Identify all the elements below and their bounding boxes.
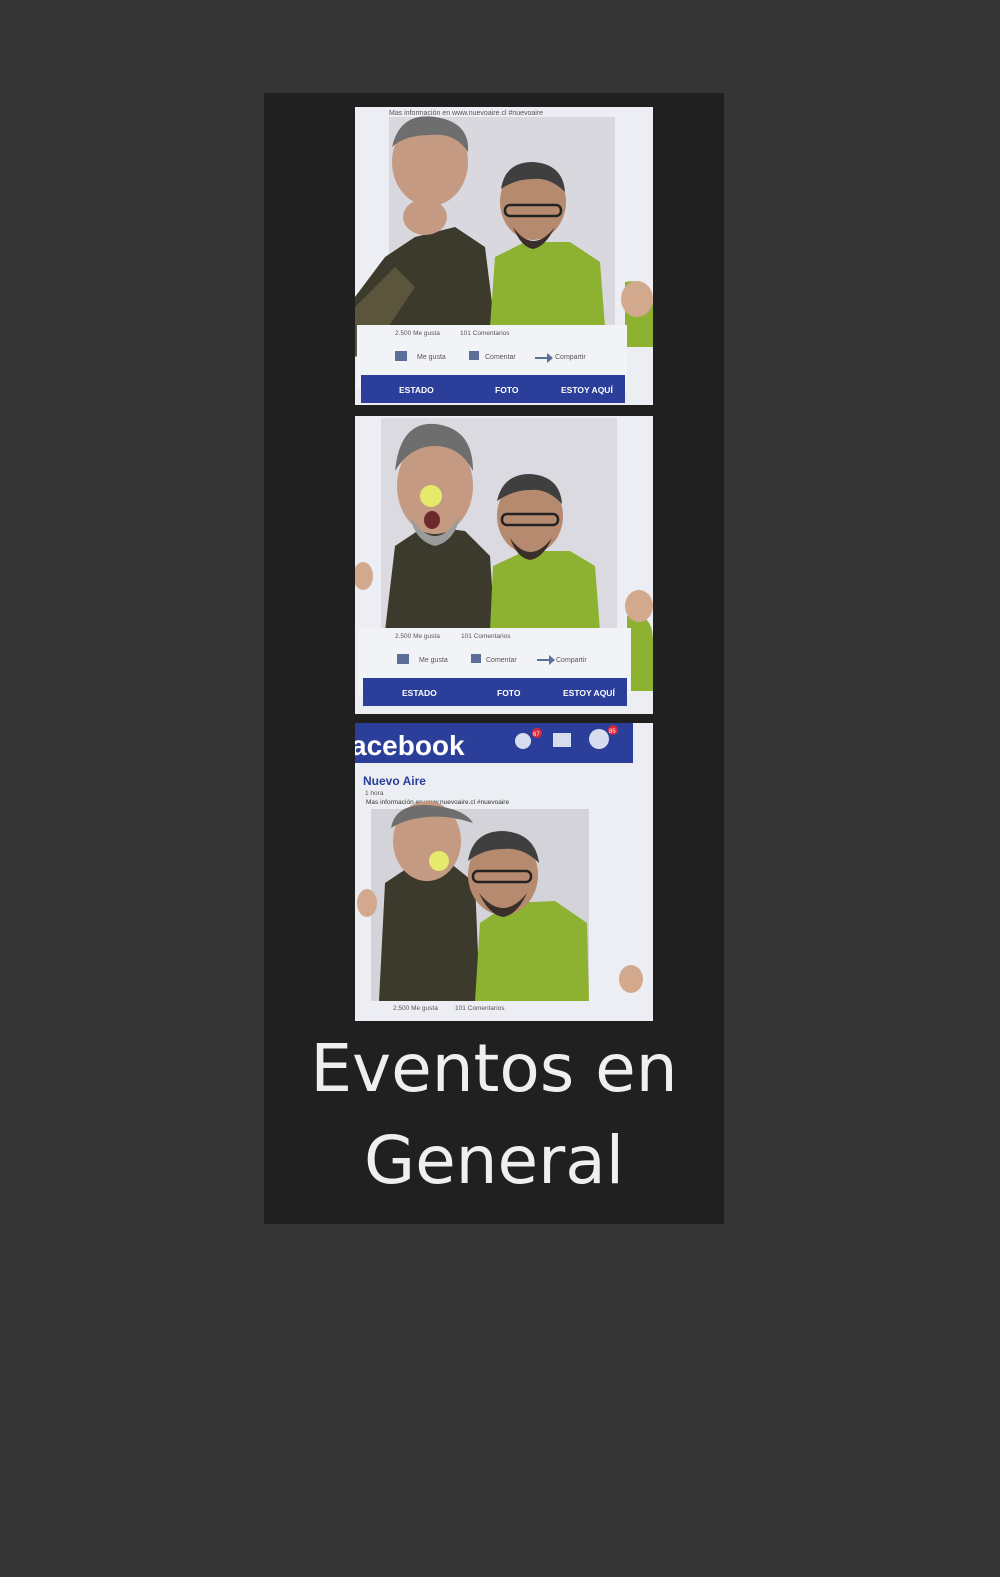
photo-1-estado: ESTADO [399,385,434,395]
photo-2-share-label: Compartir [556,657,587,664]
photo-1-comment-label: Comentar [485,354,516,361]
photo-3-time: 1 hora [365,790,384,797]
photo-1-like-label: Me gusta [417,354,446,361]
photo-2-image: 2.500 Me gusta 101 Comentarios Me gusta … [355,416,653,714]
photo-2-like-label: Me gusta [419,657,448,664]
photo-strip: 2.500 Me gusta 101 Comentarios Me gusta … [264,93,724,1224]
photo-3-globe-badge: 85 [609,729,616,735]
photo-booth-picture-3: acebook 67 85 Nuevo Aire 1 hora Mas info… [355,723,653,1021]
photo-booth-picture-2: 2.500 Me gusta 101 Comentarios Me gusta … [355,416,653,714]
photo-1-comments: 101 Comentarios [460,330,510,337]
photo-1-estoy-aqui: ESTOY AQUÍ [561,385,613,395]
photo-3-comments: 101 Comentarios [455,1005,505,1012]
photo-2-estoy-aqui: ESTOY AQUÍ [563,688,615,698]
photo-1-info-line: Mas información en www.nuevoaire.cl #nue… [389,110,543,117]
photo-2-foto: FOTO [497,688,521,698]
photo-booth-picture-1: 2.500 Me gusta 101 Comentarios Me gusta … [355,107,653,405]
caption-line-2: General [363,1122,625,1199]
photo-1-share-label: Compartir [555,354,586,361]
photo-2-estado: ESTADO [402,688,437,698]
photo-1-likes: 2.500 Me gusta [395,330,440,337]
photo-3-image: acebook 67 85 Nuevo Aire 1 hora Mas info… [355,723,653,1021]
photo-2-comments: 101 Comentarios [461,633,511,640]
caption-line-1: Eventos en [310,1030,678,1107]
photo-2-comment-label: Comentar [486,657,517,664]
photo-1-foto: FOTO [495,385,519,395]
photo-3-page-name: Nuevo Aire [363,774,426,788]
photo-3-likes: 2.500 Me gusta [393,1005,438,1012]
photo-2-likes: 2.500 Me gusta [395,633,440,640]
photo-1-image: 2.500 Me gusta 101 Comentarios Me gusta … [355,107,653,405]
strip-caption: Eventos en General [264,1023,724,1207]
photo-3-brand: acebook [355,730,465,761]
photo-3-friend-badge: 67 [533,732,540,738]
